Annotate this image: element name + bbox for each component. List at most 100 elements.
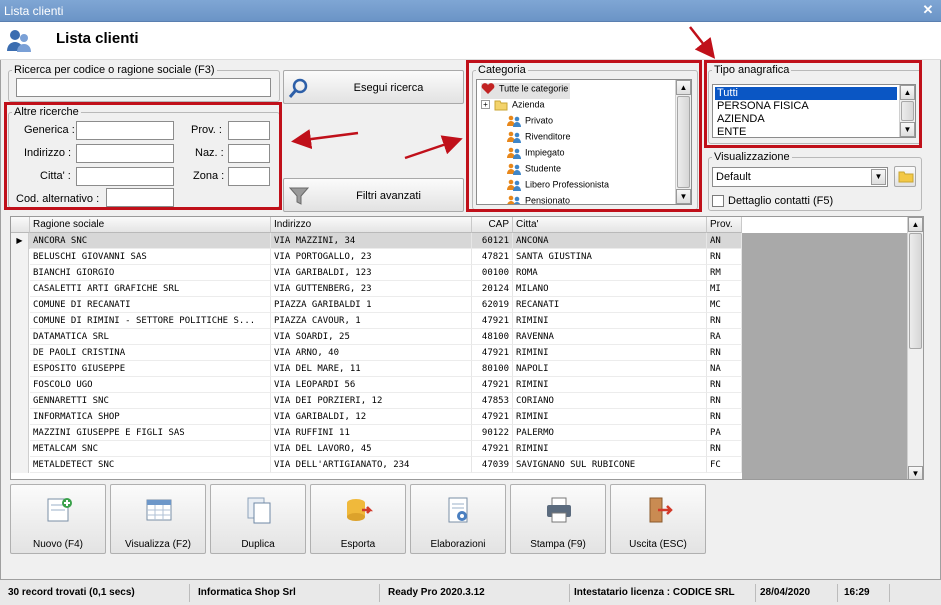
scroll-up-icon[interactable]: ▲ [908,217,923,232]
table-row[interactable]: MAZZINI GIUSEPPE E FIGLI SAS VIA RUFFINI … [11,425,742,441]
table-row[interactable]: CASALETTI ARTI GRAFICHE SRL VIA GUTTENBER… [11,281,742,297]
visualizza-button[interactable]: Visualizza (F2) [110,484,206,554]
table-row[interactable]: INFORMATICA SHOP VIA GARIBALDI, 12 47921 RI… [11,409,742,425]
tipo-anagrafica-label: Tipo anagrafica [714,64,790,76]
cell-indirizzo: VIA MAZZINI, 34 [271,233,472,249]
indirizzo-input[interactable] [76,144,174,163]
cell-cap: 62019 [472,297,513,313]
cell-indirizzo: VIA GARIBALDI, 12 [271,409,472,425]
category-item-all[interactable]: Tutte le categorie [481,83,571,99]
category-item-rivenditore[interactable]: Rivenditore [507,131,571,147]
table-row[interactable]: COMUNE DI RECANATI PIAZZA GARIBALDI 1 6201… [11,297,742,313]
category-item-impiegato[interactable]: Impiegato [507,147,565,163]
table-row[interactable]: COMUNE DI RIMINI - SETTORE POLITICHE S..… [11,313,742,329]
table-row[interactable]: FOSCOLO UGO VIA LEOPARDI 56 47921 RIMINI RN [11,377,742,393]
scroll-thumb[interactable] [901,101,914,121]
table-row[interactable]: ▶ ANCORA SNC VIA MAZZINI, 34 60121 ANCONA AN [11,233,742,249]
visualizzazione-select[interactable]: Default ▼ [712,167,888,187]
row-indicator [11,425,29,441]
prov-input[interactable] [228,121,270,140]
naz-input[interactable] [228,144,270,163]
table-row[interactable]: DATAMATICA SRL VIA SOARDI, 25 48100 RAVENNA… [11,329,742,345]
column-prov[interactable]: Prov. [707,217,742,233]
table-row[interactable]: BIANCHI GIORGIO VIA GARIBALDI, 123 00100 RO… [11,265,742,281]
cell-cap: 47853 [472,393,513,409]
cell-prov: MC [707,297,742,313]
row-indicator [11,313,29,329]
cell-citta: RIMINI [513,313,707,329]
cell-prov: RN [707,313,742,329]
table-row[interactable]: DE PAOLI CRISTINA VIA ARNO, 40 47921 RIMINI… [11,345,742,361]
cell-citta: ROMA [513,265,707,281]
search-input[interactable] [16,78,271,97]
cell-cap: 47921 [472,377,513,393]
table-row[interactable]: METALDETECT SNC VIA DELL'ARTIGIANATO, 234… [11,457,742,473]
column-indirizzo[interactable]: Indirizzo [271,217,472,233]
prov-label: Prov. : [191,124,222,136]
tipo-scrollbar[interactable]: ▲ ▼ [899,85,915,137]
categoria-tree[interactable]: Tutte le categorie + Azienda Privato Rive… [476,79,692,205]
dettaglio-contatti-checkbox[interactable] [712,195,724,207]
cell-citta: RIMINI [513,409,707,425]
generica-input[interactable] [76,121,174,140]
clients-grid[interactable]: Ragione sociale Indirizzo CAP Citta' Pro… [10,216,924,480]
category-item-azienda[interactable]: + Azienda [481,99,545,115]
row-indicator: ▶ [11,233,29,249]
filtri-avanzati-button[interactable]: Filtri avanzati [283,178,464,212]
status-time: 16:29 [840,584,890,602]
cell-ragione-sociale: ANCORA SNC [30,233,271,249]
table-row[interactable]: METALCAM SNC VIA DEL LAVORO, 45 47921 RIMIN… [11,441,742,457]
scroll-up-icon[interactable]: ▲ [676,80,691,95]
scroll-thumb[interactable] [909,233,922,349]
stampa-button[interactable]: Stampa (F9) [510,484,606,554]
categoria-scrollbar[interactable]: ▲ ▼ [675,80,691,204]
scroll-down-icon[interactable]: ▼ [908,466,923,479]
tipo-item-ente[interactable]: ENTE [715,126,897,137]
tipo-anagrafica-list[interactable]: Tutti PERSONA FISICA AZIENDA ENTE ▲ ▼ [712,84,916,138]
scroll-thumb[interactable] [677,96,690,188]
category-item-pensionato[interactable]: Pensionato [507,195,570,204]
search-button[interactable]: Esegui ricerca [283,70,464,104]
scroll-down-icon[interactable]: ▼ [900,122,915,137]
cell-indirizzo: PIAZZA GARIBALDI 1 [271,297,472,313]
uscita-label: Uscita (ESC) [629,539,687,550]
cell-cap: 48100 [472,329,513,345]
search-icon [288,78,308,98]
tipo-item-persona-fisica[interactable]: PERSONA FISICA [715,100,897,113]
table-row[interactable]: BELUSCHI GIOVANNI SAS VIA PORTOGALLO, 23 4… [11,249,742,265]
elaborazioni-button[interactable]: Elaborazioni [410,484,506,554]
table-row[interactable]: ESPOSITO GIUSEPPE VIA DEL MARE, 11 80100 NA… [11,361,742,377]
category-item-privato[interactable]: Privato [507,115,553,131]
tipo-item-azienda[interactable]: AZIENDA [715,113,897,126]
uscita-button[interactable]: Uscita (ESC) [610,484,706,554]
cell-ragione-sociale: GENNARETTI SNC [30,393,271,409]
cell-prov: RN [707,249,742,265]
esporta-button[interactable]: Esporta [310,484,406,554]
duplica-button[interactable]: Duplica [210,484,306,554]
chevron-down-icon[interactable]: ▼ [871,169,886,185]
column-citta[interactable]: Citta' [513,217,707,233]
expand-icon[interactable]: + [481,100,490,110]
grid-scrollbar[interactable]: ▲ ▼ [907,217,923,479]
category-item-studente[interactable]: Studente [507,163,561,179]
scroll-up-icon[interactable]: ▲ [900,85,915,100]
open-folder-button[interactable] [894,166,916,187]
zona-input[interactable] [228,167,270,186]
cell-ragione-sociale: CASALETTI ARTI GRAFICHE SRL [30,281,271,297]
table-row[interactable]: GENNARETTI SNC VIA DEI PORZIERI, 12 47853 C… [11,393,742,409]
cell-cap: 47921 [472,345,513,361]
column-ragione-sociale[interactable]: Ragione sociale [30,217,271,233]
cell-indirizzo: VIA DEI PORZIERI, 12 [271,393,472,409]
close-icon[interactable]: ✕ [921,3,935,17]
cod-alternativo-input[interactable] [106,188,174,207]
nuovo-button[interactable]: Nuovo (F4) [10,484,106,554]
column-cap[interactable]: CAP [472,217,513,233]
tipo-item-tutti[interactable]: Tutti [715,87,897,100]
status-version: Ready Pro 2020.3.12 [384,584,570,602]
users-icon [507,115,521,127]
citta-input[interactable] [76,167,174,186]
naz-label: Naz. : [195,147,224,159]
category-item-libero-professionista[interactable]: Libero Professionista [507,179,609,195]
users-icon [507,147,521,159]
scroll-down-icon[interactable]: ▼ [676,189,691,204]
